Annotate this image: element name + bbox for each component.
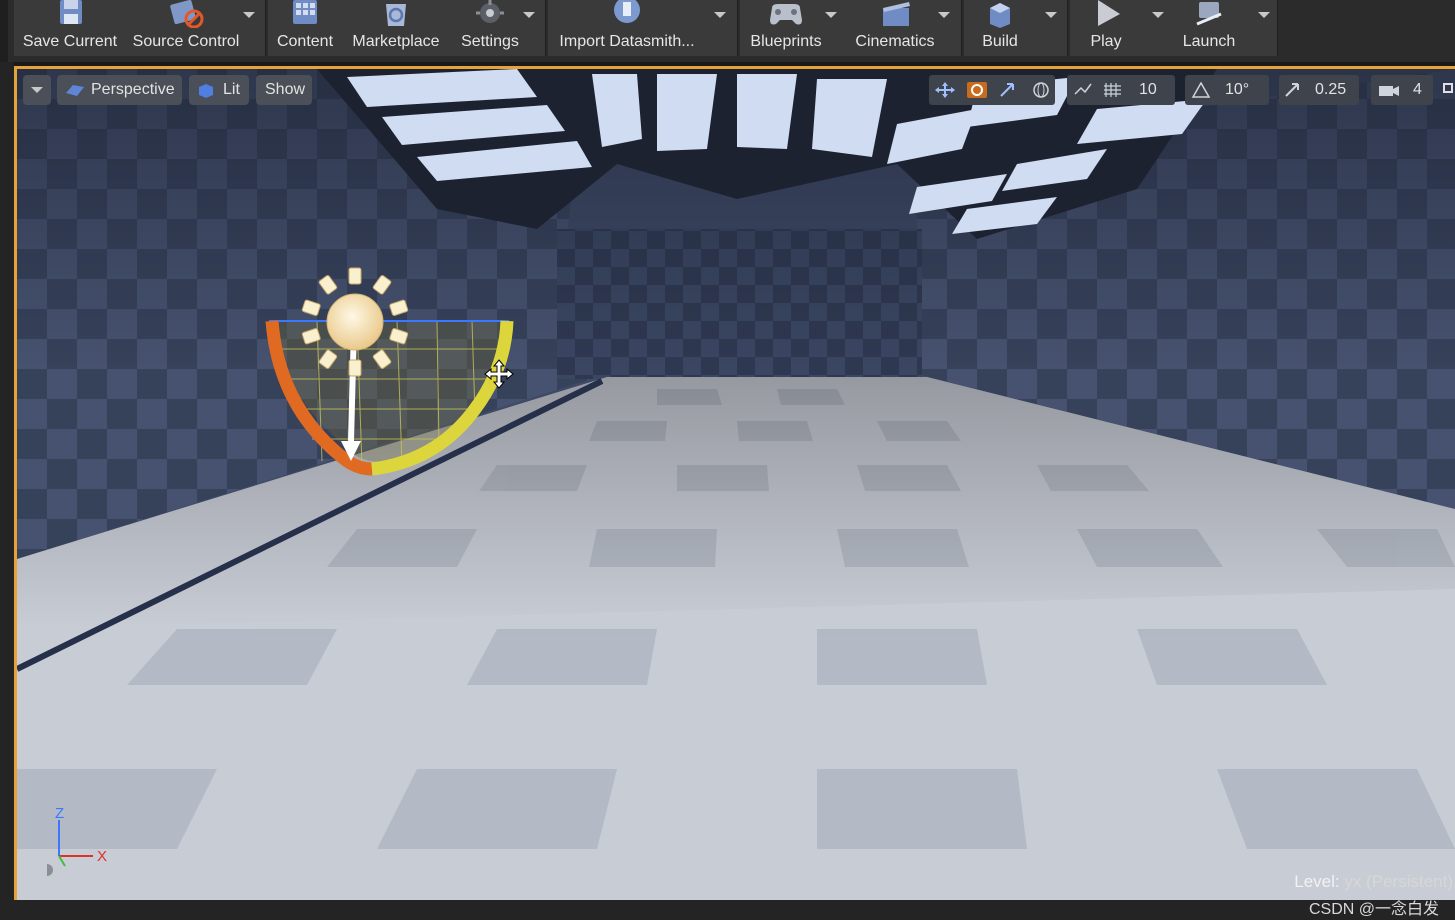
viewport-options-button[interactable] — [23, 75, 51, 105]
settings-label: Settings — [461, 33, 519, 50]
camera-speed-icon[interactable] — [1377, 82, 1401, 98]
level-prefix: Level: — [1294, 872, 1340, 891]
cinematics-button[interactable]: Cinematics — [850, 0, 940, 56]
launch-caret-icon[interactable] — [1258, 12, 1270, 18]
save-current-label: Save Current — [22, 33, 118, 50]
camera-speed-group: 4 — [1371, 75, 1433, 105]
datasmith-icon — [614, 0, 640, 23]
x-axis-label: X — [97, 848, 107, 865]
level-viewport[interactable]: Perspective Lit Show 10 10° 0.25 4 Z X L… — [14, 66, 1455, 900]
perspective-camera-icon — [66, 85, 84, 96]
lit-button[interactable]: Lit — [189, 75, 249, 105]
rotation-snap-icon[interactable] — [1191, 82, 1211, 98]
toolbar-edge — [0, 0, 8, 62]
grid-snap-icon[interactable] — [1103, 82, 1123, 98]
main-toolbar: Save Current Source Control Content Mark… — [0, 0, 1455, 62]
lit-label: Lit — [223, 81, 240, 98]
save-current-button[interactable]: Save Current — [18, 0, 122, 56]
surface-snap-icon[interactable] — [1073, 82, 1093, 98]
maximize-viewport-icon[interactable] — [1443, 83, 1453, 93]
save-icon — [60, 0, 82, 24]
source-control-button[interactable]: Source Control — [126, 0, 246, 56]
blueprints-caret-icon[interactable] — [825, 12, 837, 18]
source-control-icon — [170, 0, 204, 28]
marketplace-icon — [386, 4, 406, 26]
blueprints-button[interactable]: Blueprints — [744, 0, 828, 56]
perspective-label: Perspective — [91, 81, 175, 98]
cinematics-caret-icon[interactable] — [938, 12, 950, 18]
import-datasmith-button[interactable]: Import Datasmith... — [552, 0, 702, 56]
show-button[interactable]: Show — [256, 75, 312, 105]
z-axis-label: Z — [55, 806, 64, 822]
level-name: yx (Persistent) — [1344, 872, 1453, 891]
left-panel-edge — [0, 62, 14, 900]
perspective-button[interactable]: Perspective — [57, 75, 182, 105]
marketplace-label: Marketplace — [352, 33, 440, 50]
world-space-icon[interactable] — [1031, 82, 1051, 98]
axis-gizmo: Z X — [47, 806, 107, 876]
source-control-caret-icon[interactable] — [243, 12, 255, 18]
build-icon — [990, 3, 1010, 28]
play-icon — [1098, 0, 1120, 26]
settings-button[interactable]: Settings — [452, 0, 528, 56]
settings-caret-icon[interactable] — [523, 12, 535, 18]
scale-mode-icon[interactable] — [999, 82, 1019, 98]
grid-snap-group: 10 — [1067, 75, 1175, 105]
launch-button[interactable]: Launch — [1172, 0, 1246, 56]
play-label: Play — [1090, 33, 1122, 50]
import-datasmith-label: Import Datasmith... — [559, 33, 695, 50]
scale-snap-group: 0.25 — [1279, 75, 1359, 105]
scale-snap-value[interactable]: 0.25 — [1315, 81, 1346, 99]
settings-icon — [476, 0, 504, 23]
grid-snap-value[interactable]: 10 — [1139, 81, 1157, 99]
cinematics-icon — [883, 2, 910, 26]
level-label: Level: yx (Persistent) — [1294, 872, 1453, 892]
import-datasmith-caret-icon[interactable] — [714, 12, 726, 18]
y-axis-line — [58, 855, 66, 867]
source-control-label: Source Control — [132, 33, 240, 50]
scene-render[interactable] — [17, 69, 1455, 900]
marketplace-button[interactable]: Marketplace — [346, 0, 446, 56]
bottom-bar — [0, 900, 1455, 920]
launch-label: Launch — [1182, 33, 1236, 50]
transform-mode-group — [929, 75, 1055, 105]
build-button[interactable]: Build — [966, 0, 1034, 56]
lit-mode-icon — [199, 84, 213, 98]
watermark: CSDN @一念白发 — [1308, 901, 1439, 918]
launch-icon — [1196, 2, 1222, 26]
rotate-mode-icon[interactable] — [967, 82, 987, 98]
build-caret-icon[interactable] — [1045, 12, 1057, 18]
rotation-snap-value[interactable]: 10° — [1225, 81, 1249, 99]
content-label: Content — [276, 33, 334, 50]
blueprints-icon — [770, 4, 802, 25]
viewport-options-caret-icon — [31, 87, 43, 93]
play-caret-icon[interactable] — [1152, 12, 1164, 18]
rotation-snap-group: 10° — [1185, 75, 1269, 105]
show-label: Show — [265, 81, 306, 98]
translate-mode-icon[interactable] — [935, 82, 955, 98]
play-button[interactable]: Play — [1074, 0, 1138, 56]
content-button[interactable]: Content — [270, 0, 340, 56]
scale-snap-icon[interactable] — [1283, 82, 1303, 98]
build-label: Build — [982, 33, 1018, 50]
camera-orientation-icon — [47, 864, 53, 876]
camera-speed-value[interactable]: 4 — [1413, 81, 1422, 99]
content-icon — [293, 0, 317, 24]
cinematics-label: Cinematics — [855, 33, 935, 50]
blueprints-label: Blueprints — [750, 33, 822, 50]
